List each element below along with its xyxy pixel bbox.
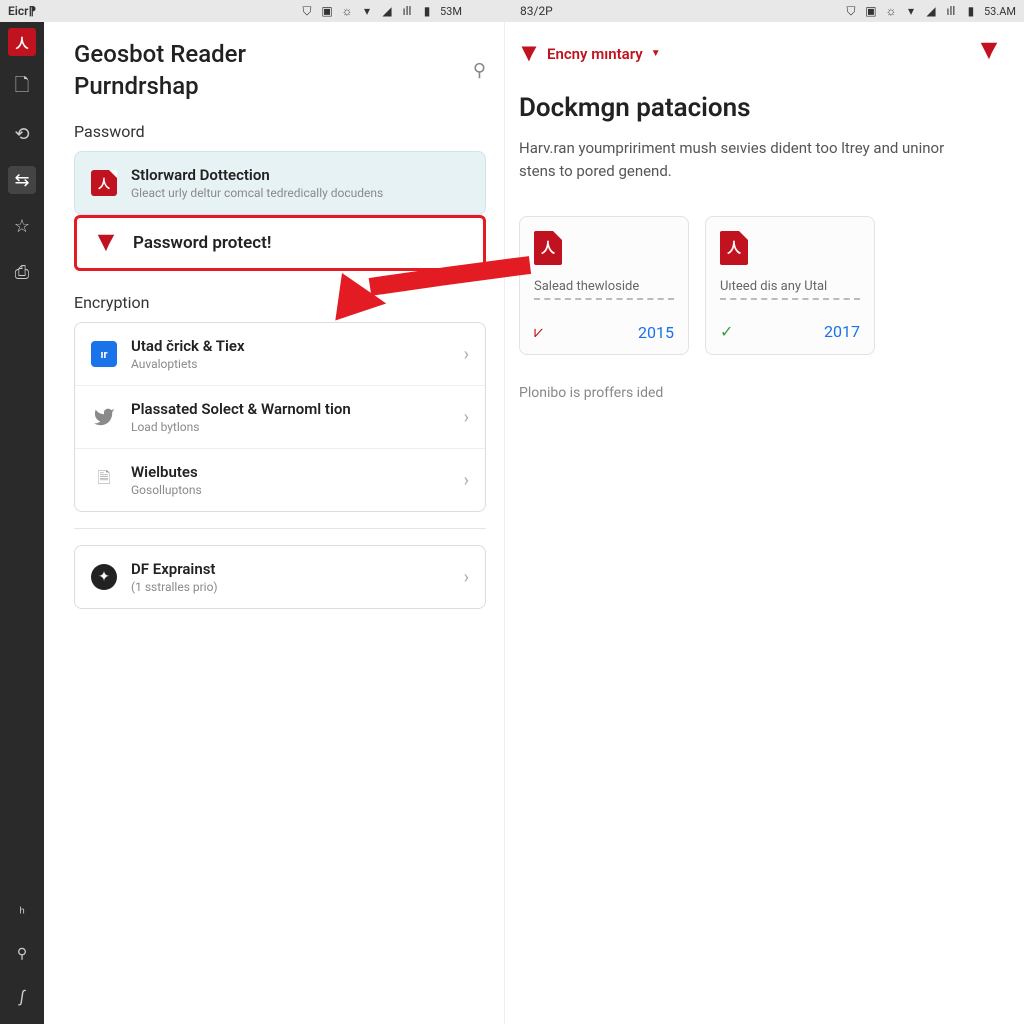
chevron-right-icon: › [464,344,469,365]
check-green-icon: ✓ [720,322,733,341]
settings-icon[interactable]: ∫ [8,982,36,1010]
status-time-mid: 83/2P [520,4,553,18]
chevron-down-icon: ▼ [651,48,661,59]
doc-card-1[interactable]: 人 Salead thewloside ⩗ 2015 [519,216,689,355]
pdf-icon: 人 [720,231,748,265]
chevron-right-icon: › [464,470,469,491]
row-sub: (1 sstralles prio) [131,580,450,594]
dash-line [720,298,860,304]
adobe-icon [519,44,539,64]
password-protect-item[interactable]: Password protect! [74,215,486,271]
shield-icon: ⛉ [300,4,314,18]
signal-small-icon: ◢ [924,4,938,18]
box-icon: ▣ [320,4,334,18]
brand-label: Encny mıntary [547,45,643,63]
bird-icon [91,404,117,430]
doc-title: Salead thewloside [534,279,674,294]
dash-line [534,298,674,304]
section-password: Password [74,122,486,141]
right-note: Plonibo is proffers ided [519,385,1000,401]
signal-icon: ıll [400,4,414,18]
encryption-item-2[interactable]: Plassated Solect & Warnoml tion Load byt… [75,385,485,448]
password-detection-item[interactable]: 人 Stlorward Dottection Gleact urly deltu… [75,152,485,214]
doc-year: 2015 [638,323,674,342]
battery-icon: ▮ [964,4,978,18]
globe-icon: ☼ [340,4,354,18]
extra-list: ✦ DF Exprainst (1 sstralles prio) › [74,545,486,609]
password-detection-card: 人 Stlorward Dottection Gleact urly deltu… [74,151,486,215]
row-sub: Gleact urly deltur comcal tedredically d… [131,186,469,200]
right-pane: Encny mıntary ▼ Dockmgn patacions Harv.r… [504,22,1024,1024]
status-time-1: 53M [440,5,462,18]
row-title: Stlorward Dottection [131,166,469,184]
wifi-icon: ▾ [360,4,374,18]
wifi-icon: ▾ [904,4,918,18]
adobe-corner-icon[interactable] [978,40,1000,67]
status-bar: Eicr⁋ ⛉ ▣ ☼ ▾ ◢ ıll ▮ 53M 83/2P ⛉ ▣ ☼ ▾ … [0,0,1024,22]
account-icon[interactable]: ⚲ [8,940,36,968]
shield-icon: ⛉ [844,4,858,18]
divider [74,528,486,529]
doc-cards: 人 Salead thewloside ⩗ 2015 人 Uıteed dis … [519,216,1000,355]
file-icon[interactable]: 🗋 [8,74,36,102]
right-heading: Dockmgn patacions [519,93,1000,123]
signal-small-icon: ◢ [380,4,394,18]
status-cluster-right: ⛉ ▣ ☼ ▾ ◢ ıll ▮ 53.AM [844,4,1016,18]
pin-icon[interactable]: ⚲ [473,60,486,81]
left-pane: Geosbot Reader Purndrshap ⚲ Password 人 S… [44,22,504,1024]
help-icon[interactable]: ʰ [8,898,36,926]
section-encryption: Encryption [74,293,486,312]
export-icon[interactable]: ⎙ [8,258,36,286]
extra-item[interactable]: ✦ DF Exprainst (1 sstralles prio) › [75,546,485,608]
encryption-item-3[interactable]: 🗎 Wielbutes Gosolluptons › [75,448,485,511]
plus-circle-icon: ✦ [91,564,117,590]
pdf-icon: 人 [534,231,562,265]
chevron-right-icon: › [464,407,469,428]
row-sub: Gosolluptons [131,483,450,497]
doc-title: Uıteed dis any Utal [720,279,860,294]
doc-card-2[interactable]: 人 Uıteed dis any Utal ✓ 2017 [705,216,875,355]
signal-icon: ıll [944,4,958,18]
row-title: DF Exprainst [131,560,450,578]
chevron-right-icon: › [464,567,469,588]
globe-icon: ☼ [884,4,898,18]
row-title: Password protect! [133,233,467,253]
star-icon[interactable]: ☆ [8,212,36,240]
status-cluster-left: ⛉ ▣ ☼ ▾ ◢ ıll ▮ 53M [300,4,462,18]
row-title: Utad črick & Tiex [131,337,450,355]
battery-icon: ▮ [420,4,434,18]
doc-year: 2017 [824,322,860,341]
blue-square-icon: ır [91,341,117,367]
app-title: Geosbot Reader [74,40,246,68]
box-icon: ▣ [864,4,878,18]
tools-icon[interactable]: ⇆ [8,166,36,194]
left-rail: 人 🗋 ⟲ ⇆ ☆ ⎙ ʰ ⚲ ∫ [0,22,44,1024]
check-red-icon: ⩗ [534,322,543,342]
app-logo-icon[interactable]: 人 [8,28,36,56]
main-area: Geosbot Reader Purndrshap ⚲ Password 人 S… [44,22,1024,1024]
sync-icon[interactable]: ⟲ [8,120,36,148]
document-icon: 🗎 [91,467,117,493]
encryption-list: ır Utad črick & Tiex Auvaloptiets › Plas… [74,322,486,512]
carrier-label: Eicr⁋ [8,4,36,18]
encryption-item-1[interactable]: ır Utad črick & Tiex Auvaloptiets › [75,323,485,385]
row-sub: Load bytlons [131,420,450,434]
row-title: Wielbutes [131,463,450,481]
pdf-icon: 人 [91,170,117,196]
brand-dropdown[interactable]: Encny mıntary ▼ [519,44,661,64]
row-title: Plassated Solect & Warnoml tion [131,400,450,418]
row-sub: Auvaloptiets [131,357,450,371]
status-time-2: 53.AM [984,5,1016,18]
app-subtitle: Purndrshap [74,72,246,100]
right-body: Harv.ran youmpririment mush seıvies dide… [519,137,949,182]
adobe-icon [93,230,119,256]
